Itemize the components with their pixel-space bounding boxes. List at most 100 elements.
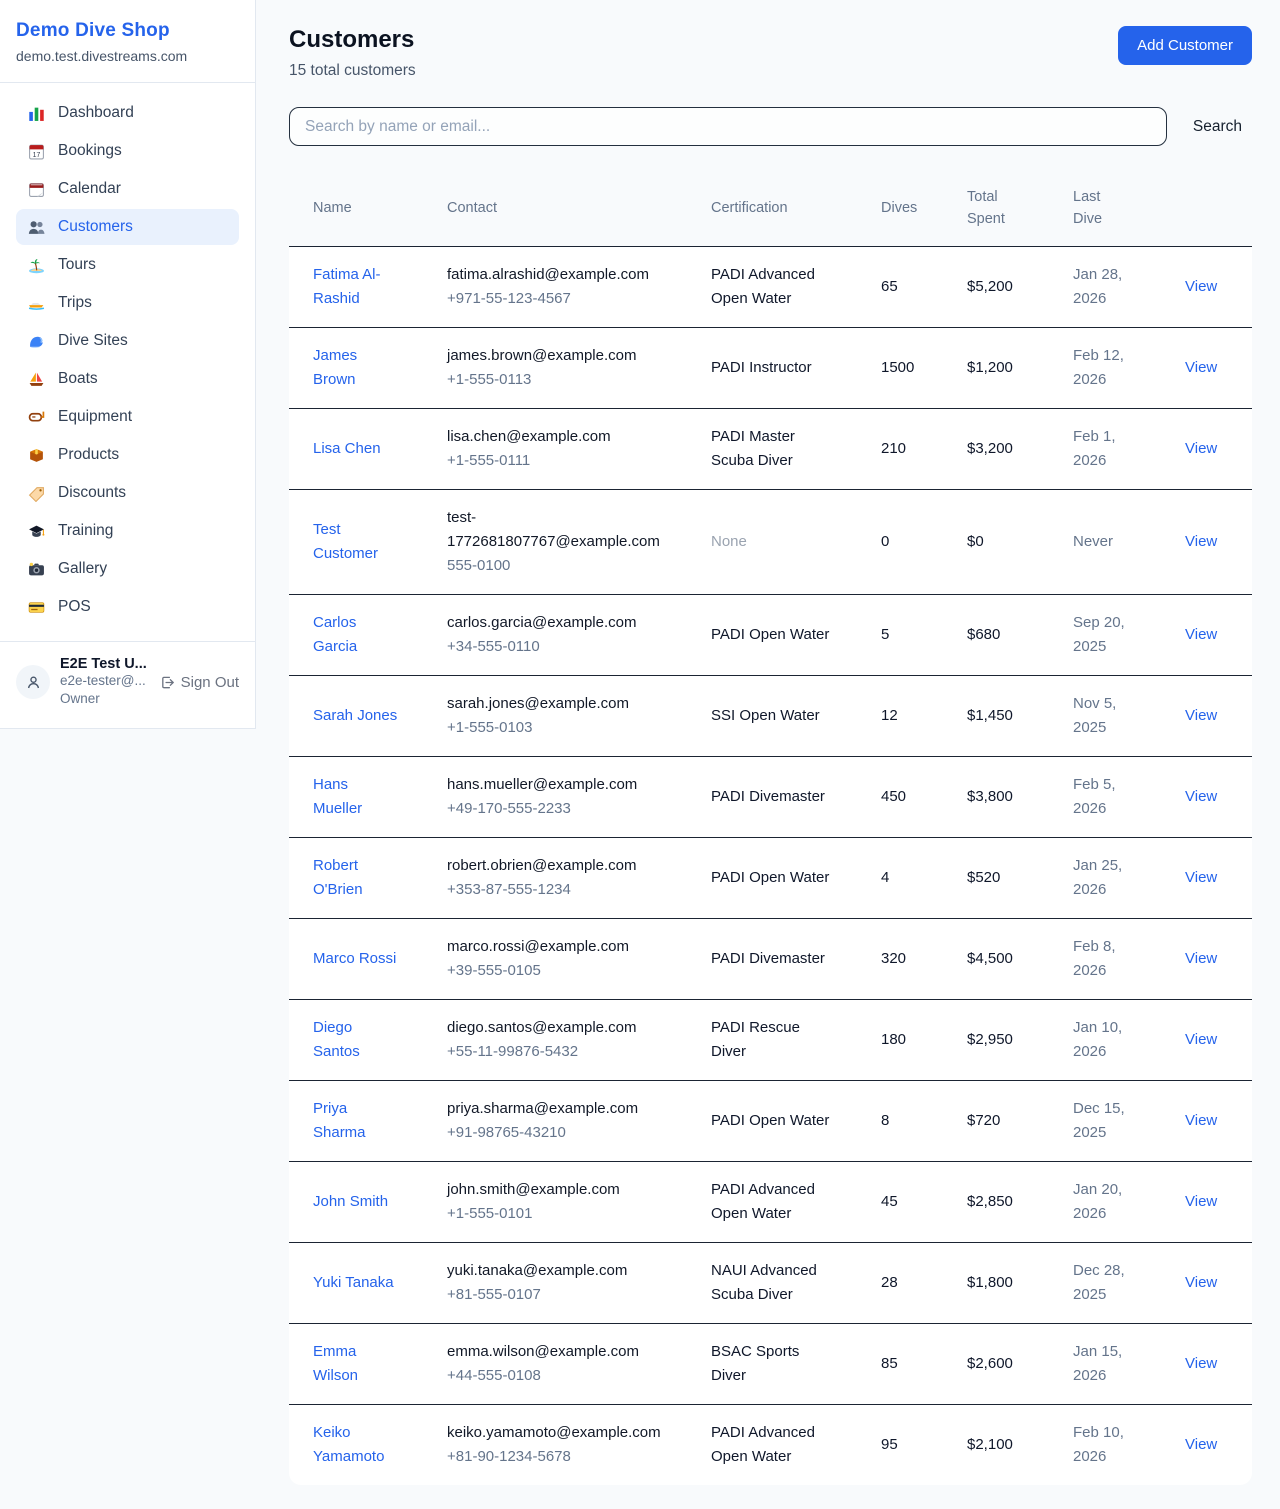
avatar (16, 665, 50, 699)
customer-name-link[interactable]: Priya Sharma (313, 1097, 401, 1145)
sidebar-item-bookings[interactable]: 17 Bookings (16, 133, 239, 169)
app: Demo Dive Shop demo.test.divestreams.com… (0, 0, 1280, 1509)
customer-email: james.brown@example.com (447, 344, 667, 368)
view-link[interactable]: View (1185, 1355, 1217, 1372)
column-header-dives: Dives (869, 172, 955, 246)
table-row: Test Customer test-1772681807767@example… (289, 489, 1252, 594)
customer-last-dive: Feb 5, 2026 (1073, 773, 1137, 821)
customer-name-link[interactable]: Yuki Tanaka (313, 1271, 394, 1295)
sidebar-item-label: Gallery (58, 560, 107, 578)
customer-certification: PADI Divemaster (711, 785, 835, 809)
customer-name-link[interactable]: Emma Wilson (313, 1340, 401, 1388)
sign-out-button[interactable]: Sign Out (160, 674, 239, 691)
customer-name-link[interactable]: Test Customer (313, 518, 401, 566)
view-link[interactable]: View (1185, 278, 1217, 295)
sidebar-item-dashboard[interactable]: Dashboard (16, 95, 239, 131)
table-row: Hans Mueller hans.mueller@example.com+49… (289, 756, 1252, 837)
customer-name-link[interactable]: Diego Santos (313, 1016, 401, 1064)
sidebar-item-pos[interactable]: POS (16, 589, 239, 625)
customer-name-link[interactable]: Carlos Garcia (313, 611, 401, 659)
table-row: Sarah Jones sarah.jones@example.com+1-55… (289, 675, 1252, 756)
column-header-last-dive: Last Dive (1061, 172, 1173, 246)
customer-name-link[interactable]: Robert O'Brien (313, 854, 401, 902)
customer-phone: +353-87-555-1234 (447, 878, 667, 902)
view-link[interactable]: View (1185, 440, 1217, 457)
view-link[interactable]: View (1185, 1193, 1217, 1210)
view-link[interactable]: View (1185, 1112, 1217, 1129)
view-link[interactable]: View (1185, 869, 1217, 886)
sign-out-label: Sign Out (181, 674, 239, 691)
customer-total-spent: $0 (955, 489, 1061, 594)
customer-name-link[interactable]: Sarah Jones (313, 704, 397, 728)
sidebar-item-label: Dashboard (58, 104, 134, 122)
customer-dives: 85 (869, 1323, 955, 1404)
customer-total-spent: $2,950 (955, 999, 1061, 1080)
customer-certification: NAUI Advanced Scuba Diver (711, 1259, 835, 1307)
bookings-calendar-icon: 17 (28, 143, 45, 160)
customer-name-link[interactable]: Lisa Chen (313, 437, 381, 461)
view-link[interactable]: View (1185, 1436, 1217, 1453)
customer-email: keiko.yamamoto@example.com (447, 1421, 667, 1445)
sidebar-item-tours[interactable]: Tours (16, 247, 239, 283)
sailboat-icon (28, 371, 45, 388)
sidebar-item-boats[interactable]: Boats (16, 361, 239, 397)
sidebar-item-equipment[interactable]: Equipment (16, 399, 239, 435)
customer-phone: 555-0100 (447, 554, 667, 578)
sidebar-item-discounts[interactable]: Discounts (16, 475, 239, 511)
bar-chart-icon (28, 105, 45, 122)
camera-icon (28, 561, 45, 578)
customer-certification: PADI Advanced Open Water (711, 1178, 835, 1226)
customers-table: Name Contact Certification Dives Total S… (289, 172, 1252, 1485)
view-link[interactable]: View (1185, 1274, 1217, 1291)
customer-total-spent: $3,800 (955, 756, 1061, 837)
customer-last-dive: Never (1073, 530, 1137, 554)
customers-table-card: Name Contact Certification Dives Total S… (289, 172, 1252, 1485)
sidebar-item-training[interactable]: Training (16, 513, 239, 549)
customer-phone: +1-555-0113 (447, 368, 667, 392)
view-link[interactable]: View (1185, 950, 1217, 967)
view-link[interactable]: View (1185, 359, 1217, 376)
customer-dives: 450 (869, 756, 955, 837)
view-link[interactable]: View (1185, 533, 1217, 550)
table-row: Carlos Garcia carlos.garcia@example.com+… (289, 594, 1252, 675)
table-row: Priya Sharma priya.sharma@example.com+91… (289, 1080, 1252, 1161)
search-input[interactable] (289, 107, 1167, 146)
add-customer-button[interactable]: Add Customer (1118, 26, 1252, 65)
sidebar-item-gallery[interactable]: Gallery (16, 551, 239, 587)
table-row: Yuki Tanaka yuki.tanaka@example.com+81-5… (289, 1242, 1252, 1323)
main-content: Customers 15 total customers Add Custome… (256, 0, 1280, 1509)
customer-name-link[interactable]: Marco Rossi (313, 947, 396, 971)
customer-phone: +49-170-555-2233 (447, 797, 667, 821)
sidebar-item-label: Equipment (58, 408, 132, 426)
customer-total-spent: $2,600 (955, 1323, 1061, 1404)
search-button[interactable]: Search (1167, 118, 1252, 136)
table-row: Lisa Chen lisa.chen@example.com+1-555-01… (289, 408, 1252, 489)
graduation-cap-icon (28, 523, 45, 540)
table-row: Robert O'Brien robert.obrien@example.com… (289, 837, 1252, 918)
sidebar-item-customers[interactable]: Customers (16, 209, 239, 245)
customer-name-link[interactable]: John Smith (313, 1190, 388, 1214)
view-link[interactable]: View (1185, 1031, 1217, 1048)
sidebar-item-dive-sites[interactable]: Dive Sites (16, 323, 239, 359)
sidebar-item-calendar[interactable]: Calendar (16, 171, 239, 207)
customer-name-link[interactable]: Hans Mueller (313, 773, 401, 821)
customer-total-spent: $2,850 (955, 1161, 1061, 1242)
search-bar: Search (289, 107, 1252, 146)
customer-certification: None (711, 530, 835, 554)
customer-name-link[interactable]: Keiko Yamamoto (313, 1421, 401, 1469)
customer-name-link[interactable]: Fatima Al-Rashid (313, 263, 401, 311)
sidebar-item-products[interactable]: Products (16, 437, 239, 473)
view-link[interactable]: View (1185, 707, 1217, 724)
table-row: Emma Wilson emma.wilson@example.com+44-5… (289, 1323, 1252, 1404)
customer-dives: 320 (869, 918, 955, 999)
customer-name-link[interactable]: James Brown (313, 344, 401, 392)
customer-dives: 1500 (869, 327, 955, 408)
column-header-name: Name (289, 172, 435, 246)
view-link[interactable]: View (1185, 788, 1217, 805)
customer-dives: 65 (869, 246, 955, 327)
view-link[interactable]: View (1185, 626, 1217, 643)
person-icon (25, 674, 42, 691)
sidebar-item-trips[interactable]: Trips (16, 285, 239, 321)
customer-phone: +91-98765-43210 (447, 1121, 667, 1145)
customer-total-spent: $520 (955, 837, 1061, 918)
